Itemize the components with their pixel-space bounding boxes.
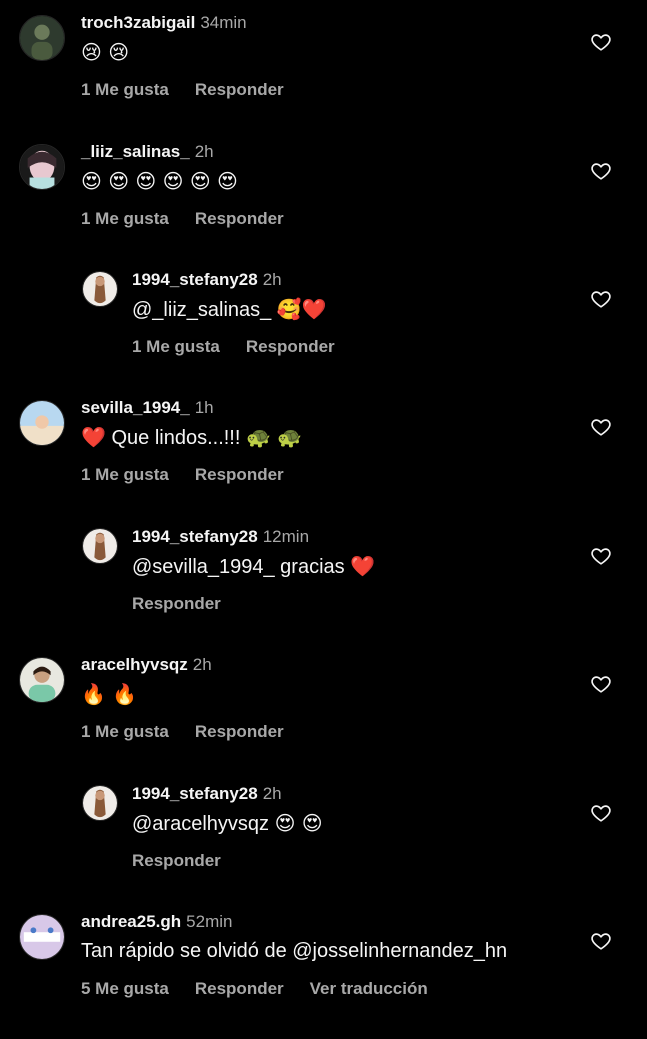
reply-button[interactable]: Responder: [195, 979, 284, 998]
reply-button[interactable]: Responder: [195, 722, 284, 741]
comment-header: 1994_stefany28 2h: [132, 783, 282, 805]
comment-actions: 1 Me gusta Responder: [81, 464, 310, 486]
mention-text[interactable]: @_liiz_salinas_: [132, 299, 277, 321]
heart-outline-icon[interactable]: [590, 416, 612, 438]
comment-text: ❤️ Que lindos...!!! 🐢 🐢: [81, 424, 302, 451]
comment-item: andrea25.gh 52min Tan rápido se olvidó de…: [0, 911, 647, 1039]
comment-text: 🔥 🔥: [81, 682, 138, 706]
comment-text: 😢 😢: [81, 40, 130, 64]
comment-text: 😍 😍 😍 😍 😍 😍: [81, 169, 238, 193]
heart-outline-icon[interactable]: [590, 31, 612, 53]
comment-actions: 1 Me gusta Responder: [81, 79, 310, 101]
avatar[interactable]: [19, 15, 65, 61]
avatar[interactable]: [19, 657, 65, 703]
username[interactable]: 1994_stefany28: [132, 527, 258, 546]
heart-outline-icon[interactable]: [590, 545, 612, 567]
comment-actions: 1 Me gusta Responder: [132, 336, 361, 358]
comment-header: 1994_stefany28 12min: [132, 526, 309, 548]
likes-count[interactable]: 1 Me gusta: [81, 465, 169, 484]
username[interactable]: _liiz_salinas_: [81, 142, 190, 161]
emoji-text: 🥰❤️: [276, 297, 327, 321]
avatar[interactable]: [82, 785, 118, 821]
mention-text[interactable]: @sevilla_1994_ gracias: [132, 556, 350, 578]
reply-button[interactable]: Responder: [246, 337, 335, 356]
comment-text: @aracelhyvsqz 😍 😍: [132, 810, 323, 837]
comment-header: andrea25.gh 52min: [81, 911, 232, 933]
mention-text[interactable]: @aracelhyvsqz: [132, 813, 275, 835]
username[interactable]: troch3zabigail: [81, 13, 195, 32]
timestamp: 2h: [194, 142, 214, 161]
comment-header: aracelhyvsqz 2h: [81, 654, 212, 676]
reply-button[interactable]: Responder: [132, 851, 221, 870]
comment-text: @_liiz_salinas_ 🥰❤️: [132, 296, 327, 323]
comment-header: sevilla_1994_ 1h: [81, 397, 214, 419]
likes-count[interactable]: 1 Me gusta: [81, 209, 169, 228]
translate-button[interactable]: Ver traducción: [310, 979, 428, 998]
username[interactable]: andrea25.gh: [81, 912, 181, 931]
comment-actions: 1 Me gusta Responder: [81, 721, 310, 743]
heart-outline-icon[interactable]: [590, 288, 612, 310]
comment-actions: 5 Me gusta Responder Ver traducción: [81, 978, 454, 1000]
timestamp: 12min: [262, 527, 310, 546]
comment-text: @sevilla_1994_ gracias ❤️: [132, 553, 375, 580]
comment-item: _liiz_salinas_ 2h 😍 😍 😍 😍 😍 😍 1 Me gusta R…: [0, 141, 647, 269]
comment-actions: 1 Me gusta Responder: [81, 208, 310, 230]
comment-text: Tan rápido se olvidó de @josselinhernand…: [81, 940, 508, 962]
timestamp: 2h: [192, 655, 212, 674]
avatar[interactable]: [19, 144, 65, 190]
likes-count[interactable]: 5 Me gusta: [81, 979, 169, 998]
timestamp: 1h: [194, 398, 214, 417]
username[interactable]: aracelhyvsqz: [81, 655, 188, 674]
reply-item: 1994_stefany28 2h @aracelhyvsqz 😍 😍 Respo…: [0, 783, 647, 911]
heart-outline-icon[interactable]: [590, 160, 612, 182]
heart-emoji: ❤️: [350, 554, 376, 578]
comment-actions: Responder: [132, 593, 247, 615]
comment-item: aracelhyvsqz 2h 🔥 🔥 1 Me gusta Responder: [0, 654, 647, 782]
username[interactable]: sevilla_1994_: [81, 398, 190, 417]
avatar[interactable]: [82, 271, 118, 307]
likes-count[interactable]: 1 Me gusta: [81, 80, 169, 99]
reply-item: 1994_stefany28 2h @_liiz_salinas_ 🥰❤️ 1 M…: [0, 269, 647, 397]
comment-main-text: Que lindos...!!!: [105, 427, 246, 449]
timestamp: 52min: [186, 912, 233, 931]
avatar[interactable]: [19, 914, 65, 960]
timestamp: 2h: [262, 270, 282, 289]
comment-actions: Responder: [132, 850, 247, 872]
emoji-text: 😍 😍: [274, 811, 323, 835]
reply-button[interactable]: Responder: [195, 465, 284, 484]
likes-count[interactable]: 1 Me gusta: [132, 337, 220, 356]
likes-count[interactable]: 1 Me gusta: [81, 722, 169, 741]
comment-item: troch3zabigail 34min 😢 😢 1 Me gusta Respon…: [0, 12, 647, 140]
comment-header: troch3zabigail 34min: [81, 12, 247, 34]
reply-button[interactable]: Responder: [195, 209, 284, 228]
reply-item: 1994_stefany28 12min @sevilla_1994_ graci…: [0, 526, 647, 654]
heart-emoji: ❤️: [81, 425, 106, 449]
turtle-emoji: 🐢 🐢: [245, 425, 303, 449]
heart-outline-icon[interactable]: [590, 673, 612, 695]
comment-header: _liiz_salinas_ 2h: [81, 141, 214, 163]
username[interactable]: 1994_stefany28: [132, 784, 258, 803]
reply-button[interactable]: Responder: [132, 594, 221, 613]
heart-outline-icon[interactable]: [590, 802, 612, 824]
comment-item: sevilla_1994_ 1h ❤️ Que lindos...!!! 🐢 🐢 …: [0, 397, 647, 525]
reply-button[interactable]: Responder: [195, 80, 284, 99]
timestamp: 34min: [200, 13, 247, 32]
timestamp: 2h: [262, 784, 282, 803]
username[interactable]: 1994_stefany28: [132, 270, 258, 289]
heart-outline-icon[interactable]: [590, 930, 612, 952]
comment-header: 1994_stefany28 2h: [132, 269, 282, 291]
avatar[interactable]: [19, 400, 65, 446]
avatar[interactable]: [82, 528, 118, 564]
